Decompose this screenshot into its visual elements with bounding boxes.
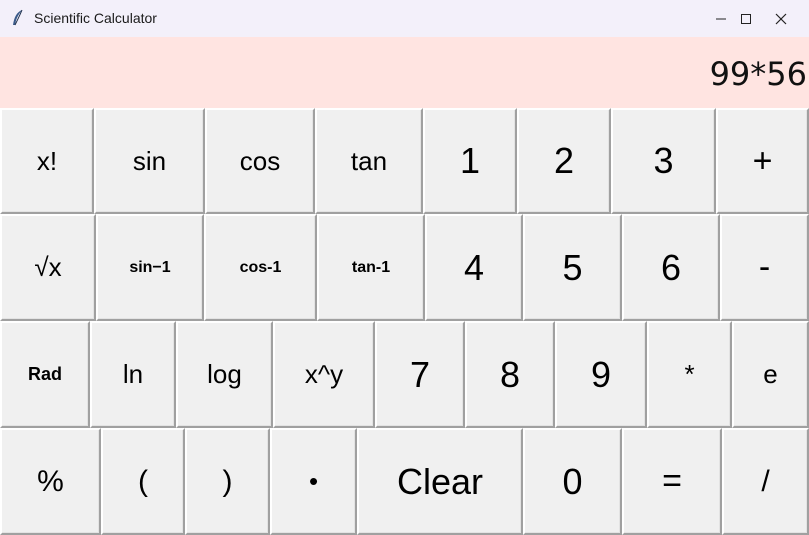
- subtract-button[interactable]: -: [720, 214, 809, 321]
- digit-4-button[interactable]: 4: [425, 214, 523, 321]
- arcsin-button[interactable]: sin−1: [96, 214, 204, 321]
- tan-button[interactable]: tan: [315, 108, 423, 214]
- close-icon: [775, 13, 787, 24]
- arccos-button[interactable]: cos-1: [204, 214, 317, 321]
- window-title: Scientific Calculator: [34, 10, 157, 26]
- multiply-button[interactable]: *: [647, 321, 732, 428]
- add-button[interactable]: +: [716, 108, 809, 214]
- digit-7-button[interactable]: 7: [375, 321, 465, 428]
- arctan-button[interactable]: tan-1: [317, 214, 425, 321]
- log-button[interactable]: log: [176, 321, 273, 428]
- feather-icon: [10, 9, 26, 27]
- digit-0-button[interactable]: 0: [523, 428, 622, 535]
- equals-button[interactable]: =: [622, 428, 722, 535]
- sin-button[interactable]: sin: [94, 108, 205, 214]
- digit-3-button[interactable]: 3: [611, 108, 716, 214]
- digit-1-button[interactable]: 1: [423, 108, 517, 214]
- digit-9-button[interactable]: 9: [555, 321, 647, 428]
- decimal-point-button[interactable]: •: [270, 428, 357, 535]
- digit-5-button[interactable]: 5: [523, 214, 622, 321]
- rad-button[interactable]: Rad: [0, 321, 90, 428]
- digit-6-button[interactable]: 6: [622, 214, 720, 321]
- maximize-icon: [741, 13, 751, 24]
- euler-button[interactable]: e: [732, 321, 809, 428]
- title-bar: Scientific Calculator: [0, 0, 809, 37]
- display-value: 99*56: [709, 55, 807, 93]
- sqrt-button[interactable]: √x: [0, 214, 96, 321]
- digit-2-button[interactable]: 2: [517, 108, 611, 214]
- close-button[interactable]: [758, 0, 804, 37]
- power-button[interactable]: x^y: [273, 321, 375, 428]
- expression-display[interactable]: 99*56: [0, 37, 809, 108]
- digit-8-button[interactable]: 8: [465, 321, 555, 428]
- ln-button[interactable]: ln: [90, 321, 176, 428]
- keypad-row-4: % ( ) • Clear 0 = /: [0, 428, 809, 535]
- open-paren-button[interactable]: (: [101, 428, 185, 535]
- percent-button[interactable]: %: [0, 428, 101, 535]
- keypad-row-1: x! sin cos tan 1 2 3 +: [0, 108, 809, 214]
- keypad: x! sin cos tan 1 2 3 + √x sin−1 cos-1 ta…: [0, 108, 809, 535]
- clear-button[interactable]: Clear: [357, 428, 523, 535]
- close-paren-button[interactable]: ): [185, 428, 270, 535]
- divide-button[interactable]: /: [722, 428, 809, 535]
- cos-button[interactable]: cos: [205, 108, 315, 214]
- keypad-row-3: Rad ln log x^y 7 8 9 * e: [0, 321, 809, 428]
- keypad-row-2: √x sin−1 cos-1 tan-1 4 5 6 -: [0, 214, 809, 321]
- factorial-button[interactable]: x!: [0, 108, 94, 214]
